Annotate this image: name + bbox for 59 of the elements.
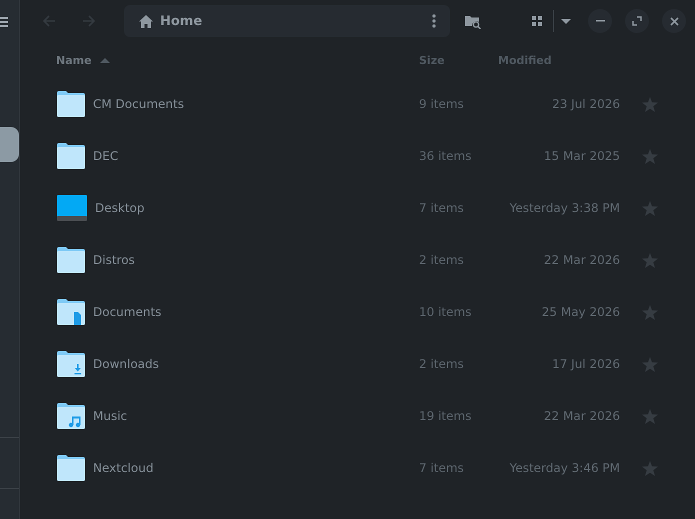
star-icon[interactable] (642, 200, 658, 216)
location-text: Home (160, 14, 204, 28)
dropdown-caret-icon[interactable] (561, 18, 571, 24)
sort-ascending-icon (100, 58, 110, 62)
download-folder-icon (57, 351, 85, 377)
modified-date: Yesterday 3:46 PM (508, 461, 620, 475)
home-icon (139, 14, 153, 28)
file-name: Downloads (93, 357, 159, 371)
folder-icon (57, 455, 85, 481)
star-icon[interactable] (642, 460, 658, 476)
column-header[interactable]: Modified (498, 54, 552, 66)
modified-date: 17 Jul 2026 (551, 357, 620, 371)
file-name: Distros (93, 253, 135, 267)
more-options-icon[interactable] (432, 14, 436, 28)
item-count: 7 items (419, 201, 465, 215)
desktop-folder-icon (57, 195, 87, 221)
star-icon[interactable] (642, 304, 658, 320)
maximize-icon (632, 16, 642, 26)
maximize-button[interactable] (625, 9, 649, 33)
star-icon[interactable] (642, 252, 658, 268)
column-header[interactable]: Name (56, 54, 92, 66)
star-icon[interactable] (642, 356, 658, 372)
location-bar[interactable]: Home (124, 5, 450, 37)
close-button[interactable] (662, 9, 686, 33)
modified-date: 23 Jul 2026 (551, 97, 620, 111)
folder-icon (57, 91, 85, 117)
modified-date: Yesterday 3:38 PM (508, 201, 620, 215)
music-folder-icon (57, 403, 85, 429)
item-count: 10 items (419, 305, 472, 319)
search-icon[interactable] (465, 14, 481, 28)
minimize-icon (596, 20, 604, 22)
modified-date: 22 Mar 2026 (542, 253, 620, 267)
minimize-button[interactable] (588, 9, 612, 33)
item-count: 2 items (419, 357, 465, 371)
sidebar-item-highlight[interactable] (0, 127, 19, 162)
document-folder-icon (57, 299, 85, 325)
grid-view-icon[interactable] (532, 16, 542, 26)
item-count: 2 items (419, 253, 465, 267)
file-name: CM Documents (93, 97, 184, 111)
file-name: Desktop (95, 201, 144, 215)
menu-icon[interactable] (0, 17, 8, 27)
item-count: 36 items (419, 149, 472, 163)
file-name: Nextcloud (93, 461, 154, 475)
modified-date: 25 May 2026 (540, 305, 620, 319)
file-name: DEC (93, 149, 118, 163)
close-icon (670, 16, 678, 26)
column-header[interactable]: Size (419, 54, 445, 66)
file-name: Documents (93, 305, 162, 319)
item-count: 7 items (419, 461, 465, 475)
star-icon[interactable] (642, 96, 658, 112)
item-count: 9 items (419, 97, 465, 111)
folder-icon (57, 247, 85, 273)
modified-date: 22 Mar 2026 (542, 409, 620, 423)
file-name: Music (93, 409, 128, 423)
modified-date: 15 Mar 2025 (542, 149, 620, 163)
star-icon[interactable] (642, 148, 658, 164)
star-icon[interactable] (642, 408, 658, 424)
item-count: 19 items (419, 409, 472, 423)
folder-icon (57, 143, 85, 169)
